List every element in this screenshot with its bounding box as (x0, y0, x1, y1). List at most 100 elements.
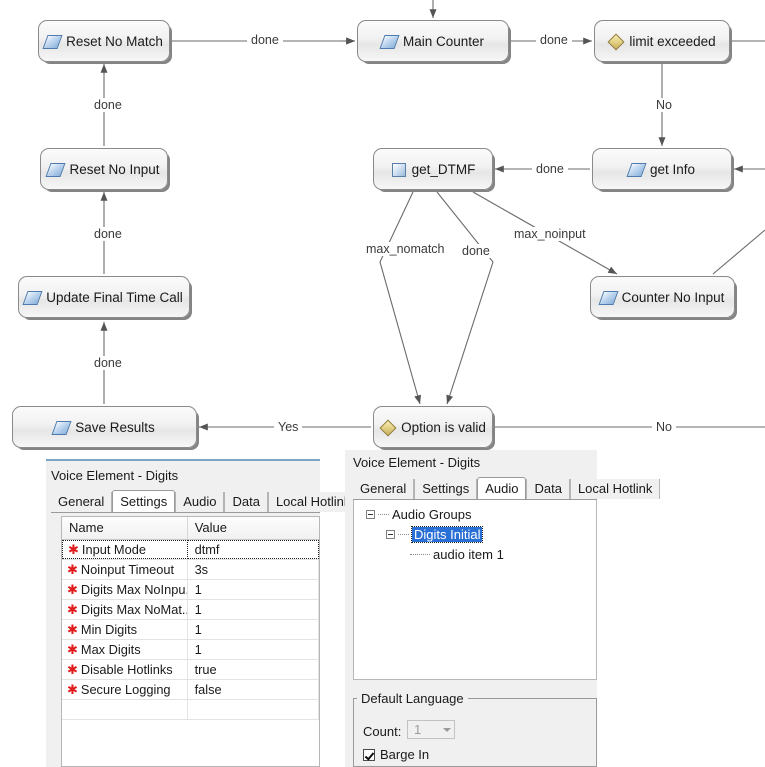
tab-general[interactable]: General (51, 492, 113, 512)
node-get-dtmf[interactable]: get_DTMF (373, 148, 493, 190)
column-header-value[interactable]: Value (188, 517, 319, 539)
collapse-icon[interactable] (386, 530, 395, 539)
row-value-cell[interactable]: 1 (188, 600, 319, 619)
collapse-icon[interactable] (366, 510, 375, 519)
required-star-icon: ✱ (67, 662, 78, 677)
row-name-cell[interactable]: ✱ Min Digits (62, 620, 188, 639)
chevron-down-icon[interactable] (443, 727, 451, 732)
row-name-cell[interactable]: ✱ Disable Hotlinks (62, 660, 188, 679)
count-label: Count: (363, 724, 402, 739)
node-label: Main Counter (402, 33, 485, 49)
edge-label-max-nomatch: max_nomatch (362, 242, 449, 256)
count-value: 1 (414, 722, 422, 737)
barge-in-checkbox[interactable]: Barge In (363, 747, 429, 762)
row-value-text: dtmf (194, 542, 220, 557)
edge-label-done: done (90, 227, 126, 241)
count-dropdown[interactable]: 1 (407, 720, 455, 739)
edge-label-max-noinput: max_noinput (510, 227, 590, 241)
row-value-cell[interactable]: 1 (188, 580, 319, 599)
required-star-icon: ✱ (67, 562, 78, 577)
tab-local-hotlinks[interactable]: Local Hotlink (569, 479, 661, 499)
tab-settings[interactable]: Settings (112, 490, 176, 512)
required-star-icon: ✱ (67, 582, 78, 597)
row-value-cell[interactable]: true (188, 660, 319, 679)
table-header-row: Name Value (62, 517, 319, 540)
table-row[interactable]: ✱ Noinput Timeout 3s (62, 560, 319, 580)
edge-label-done: done (532, 162, 568, 176)
row-name-cell[interactable]: ✱ Noinput Timeout (62, 560, 188, 579)
edge-label-yes: Yes (274, 420, 303, 434)
barge-in-label: Barge In (380, 747, 430, 762)
node-option-is-valid[interactable]: Option is valid (373, 406, 493, 448)
row-name-text: Digits Max NoInpu... (80, 582, 187, 597)
checkbox-checked-icon[interactable] (363, 748, 375, 761)
row-name-cell[interactable]: ✱ Secure Logging (62, 680, 188, 699)
row-name-text: Digits Max NoMat... (80, 602, 187, 617)
node-label: get Info (649, 161, 696, 177)
row-value-cell[interactable]: false (188, 680, 319, 699)
tree-connector-icon (410, 553, 430, 556)
tab-data[interactable]: Data (224, 492, 268, 512)
row-name-cell[interactable]: ✱ Digits Max NoMat... (62, 600, 188, 619)
node-save-results[interactable]: Save Results (12, 406, 197, 448)
parallelogram-icon (54, 420, 69, 435)
tree-node-audio-groups[interactable]: Audio Groups (366, 507, 472, 522)
edge-label-no: No (652, 98, 676, 112)
edge-label-done: done (247, 33, 283, 47)
parallelogram-icon (629, 162, 644, 177)
tree-connector-icon (398, 533, 409, 536)
audio-properties-panel[interactable]: Voice Element - Digits General Settings … (345, 450, 661, 767)
parallelogram-icon (45, 34, 60, 49)
node-reset-no-match[interactable]: Reset No Match (38, 20, 170, 62)
row-name-text: Max Digits (80, 642, 141, 657)
settings-properties-panel[interactable]: Voice Element - Digits General Settings … (46, 459, 365, 767)
node-get-info[interactable]: get Info (592, 148, 732, 190)
table-row[interactable]: ✱ Digits Max NoMat... 1 (62, 600, 319, 620)
tab-general[interactable]: General (353, 479, 415, 499)
node-reset-no-input[interactable]: Reset No Input (40, 148, 168, 190)
required-star-icon: ✱ (67, 622, 78, 637)
panel-title: Voice Element - Digits (353, 455, 481, 470)
row-name-cell[interactable]: ✱ Input Mode (62, 540, 188, 559)
tab-audio[interactable]: Audio (477, 477, 527, 499)
row-name-cell[interactable]: ✱ Max Digits (62, 640, 188, 659)
row-value-cell[interactable]: dtmf (187, 540, 319, 559)
audio-groups-tree[interactable]: Audio Groups Digits Initial audio item 1 (353, 500, 597, 680)
node-limit-exceeded[interactable]: limit exceeded (594, 20, 730, 62)
row-value-cell[interactable]: 3s (188, 560, 319, 579)
row-value-cell[interactable]: 1 (188, 620, 319, 639)
table-row[interactable]: ✱ Input Mode dtmf (62, 540, 319, 560)
node-counter-no-input[interactable]: Counter No Input (590, 276, 735, 318)
tree-node-label: Digits Initial (410, 526, 484, 543)
table-row[interactable]: ✱ Disable Hotlinks true (62, 660, 319, 680)
tab-audio[interactable]: Audio (175, 492, 225, 512)
node-label: Update Final Time Call (46, 289, 183, 305)
tree-node-audio-item-1[interactable]: audio item 1 (410, 547, 504, 562)
settings-tabstrip[interactable]: General Settings Audio Data Local Hotlin… (51, 490, 365, 512)
tab-data[interactable]: Data (526, 479, 570, 499)
required-star-icon: ✱ (68, 542, 79, 557)
table-row[interactable]: ✱ Digits Max NoInpu... 1 (62, 580, 319, 600)
parallelogram-icon (382, 34, 397, 49)
settings-table[interactable]: Name Value ✱ Input Mode dtmf ✱ Noinput T… (61, 516, 320, 767)
table-row[interactable]: ✱ Secure Logging false (62, 680, 319, 700)
parallelogram-icon (48, 162, 63, 177)
table-row-empty[interactable] (62, 700, 319, 720)
node-label: limit exceeded (629, 33, 716, 49)
node-main-counter[interactable]: Main Counter (357, 20, 509, 62)
column-header-name[interactable]: Name (62, 517, 188, 539)
audio-tabstrip[interactable]: General Settings Audio Data Local Hotlin… (353, 477, 661, 499)
tree-node-digits-initial[interactable]: Digits Initial (386, 526, 484, 543)
row-name-cell[interactable]: ✱ Digits Max NoInpu... (62, 580, 188, 599)
row-value-cell[interactable]: 1 (188, 640, 319, 659)
square-icon (391, 162, 406, 177)
flow-editor-canvas[interactable]: Reset No Match Main Counter limit exceed… (0, 0, 765, 767)
row-value-text: 1 (194, 602, 202, 617)
table-row[interactable]: ✱ Max Digits 1 (62, 640, 319, 660)
node-update-final-time-call[interactable]: Update Final Time Call (18, 276, 190, 318)
required-star-icon: ✱ (67, 682, 78, 697)
edge-label-done: done (90, 356, 126, 370)
table-row[interactable]: ✱ Min Digits 1 (62, 620, 319, 640)
tab-settings[interactable]: Settings (414, 479, 478, 499)
row-name-text: Noinput Timeout (80, 562, 175, 577)
